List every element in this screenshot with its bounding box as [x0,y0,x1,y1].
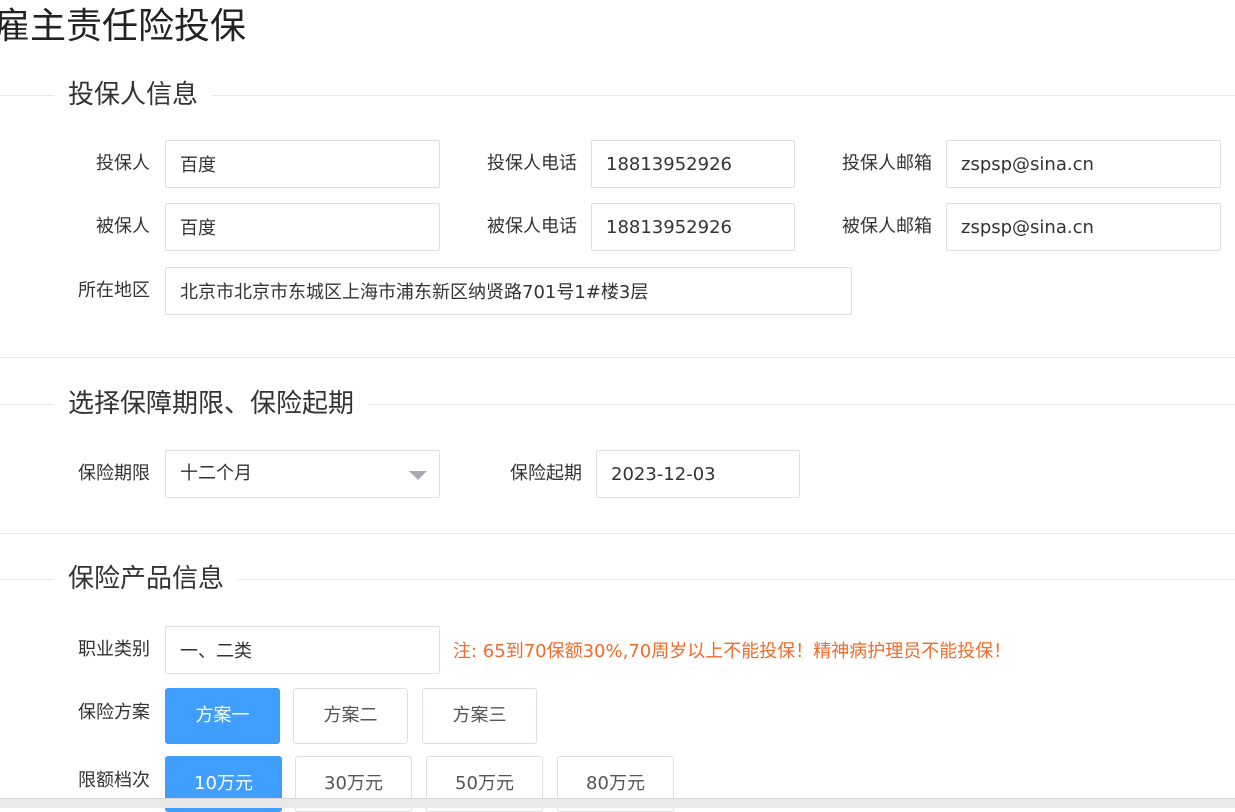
insured-email-input[interactable] [946,203,1221,251]
plan-label: 保险方案 [78,702,150,723]
term-label: 保险期限 [78,463,150,484]
applicant-phone-input[interactable] [591,140,795,188]
insured-label: 被保人 [96,216,150,237]
plan-option-1[interactable]: 方案一 [165,688,280,744]
insured-phone-input[interactable] [591,203,795,251]
plan-option-2[interactable]: 方案二 [293,688,408,744]
applicant-label: 投保人 [96,153,150,174]
applicant-email-label: 投保人邮箱 [842,153,932,174]
region-input[interactable] [165,267,852,315]
insured-email-label: 被保人邮箱 [842,216,932,237]
start-date-label: 保险起期 [510,463,582,484]
region-label: 所在地区 [78,280,150,301]
occupation-input[interactable] [165,626,440,674]
section-title-product: 保险产品信息 [54,561,239,597]
page-title: 雇主责任险投保 [0,6,247,47]
applicant-email-input[interactable] [946,140,1221,188]
occupation-note: 注: 65到70保额30%,70周岁以上不能投保！精神病护理员不能投保！ [453,641,1012,662]
plan-option-3[interactable]: 方案三 [422,688,537,744]
insured-phone-label: 被保人电话 [487,216,577,237]
term-select[interactable]: 十二个月 [165,450,440,498]
applicant-phone-label: 投保人电话 [487,153,577,174]
applicant-input[interactable] [165,140,440,188]
section-separator [0,533,1235,534]
caret-down-icon [409,471,427,480]
section-title-period: 选择保障期限、保险起期 [54,386,369,422]
start-date-input[interactable] [596,450,800,498]
insured-input[interactable] [165,203,440,251]
term-select-value: 十二个月 [180,463,252,484]
section-title-applicant: 投保人信息 [54,77,213,113]
occupation-label: 职业类别 [78,639,150,660]
section-separator [0,357,1235,358]
